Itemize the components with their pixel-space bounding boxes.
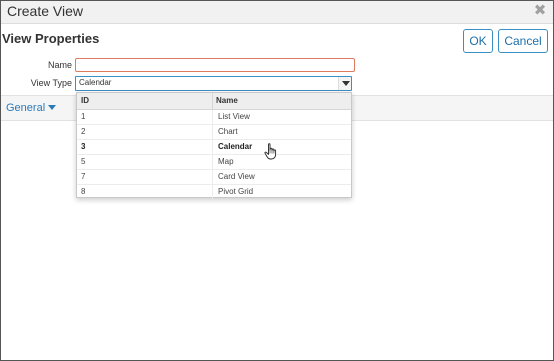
tab-general-label: General — [6, 102, 46, 114]
row-name: Chart — [218, 127, 238, 136]
dropdown-row[interactable]: 2 Chart — [77, 125, 351, 140]
row-divider — [212, 125, 213, 139]
row-id: 1 — [81, 112, 86, 121]
row-name: Card View — [218, 172, 255, 181]
row-id: 7 — [81, 172, 86, 181]
caret-down-icon — [48, 105, 57, 110]
row-id: 5 — [81, 157, 86, 166]
view-type-selected-value: Calendar — [79, 78, 112, 87]
hand-pointer-icon — [264, 143, 277, 160]
create-view-dialog: Create View ✖ View Properties OK Cancel … — [0, 0, 554, 361]
name-input[interactable] — [75, 58, 355, 72]
row-name: List View — [218, 112, 250, 121]
row-name: Pivot Grid — [218, 187, 254, 196]
row-name: Calendar — [218, 142, 253, 151]
row-divider — [212, 110, 213, 124]
dropdown-header: ID Name — [77, 93, 351, 110]
cancel-button[interactable]: Cancel — [498, 29, 548, 53]
column-header-id: ID — [81, 96, 89, 105]
row-id: 8 — [81, 187, 86, 196]
column-divider — [212, 93, 213, 109]
dropdown-arrow-icon[interactable] — [338, 77, 351, 90]
dropdown-row[interactable]: 1 List View — [77, 110, 351, 125]
tab-general[interactable]: General — [6, 102, 57, 114]
ok-button[interactable]: OK — [463, 29, 493, 53]
view-type-select[interactable]: Calendar — [75, 76, 352, 91]
row-divider — [212, 140, 213, 154]
row-id: 2 — [81, 127, 86, 136]
dropdown-row[interactable]: 8 Pivot Grid — [77, 185, 351, 199]
name-label: Name — [47, 60, 72, 70]
row-divider — [212, 155, 213, 169]
section-title: View Properties — [2, 31, 100, 46]
row-name: Map — [218, 157, 234, 166]
row-id: 3 — [81, 142, 86, 151]
dropdown-row[interactable]: 5 Map — [77, 155, 351, 170]
dropdown-row-selected[interactable]: 3 Calendar — [77, 140, 351, 155]
dialog-title: Create View — [7, 3, 84, 19]
row-divider — [212, 170, 213, 184]
close-icon[interactable]: ✖ — [533, 2, 547, 20]
row-divider — [212, 185, 213, 199]
view-type-label: View Type — [30, 78, 72, 88]
column-header-name: Name — [216, 96, 238, 105]
dropdown-row[interactable]: 7 Card View — [77, 170, 351, 185]
dialog-titlebar: Create View ✖ — [1, 1, 553, 24]
view-type-dropdown-list: ID Name 1 List View 2 Chart 3 Calendar 5… — [76, 92, 352, 199]
